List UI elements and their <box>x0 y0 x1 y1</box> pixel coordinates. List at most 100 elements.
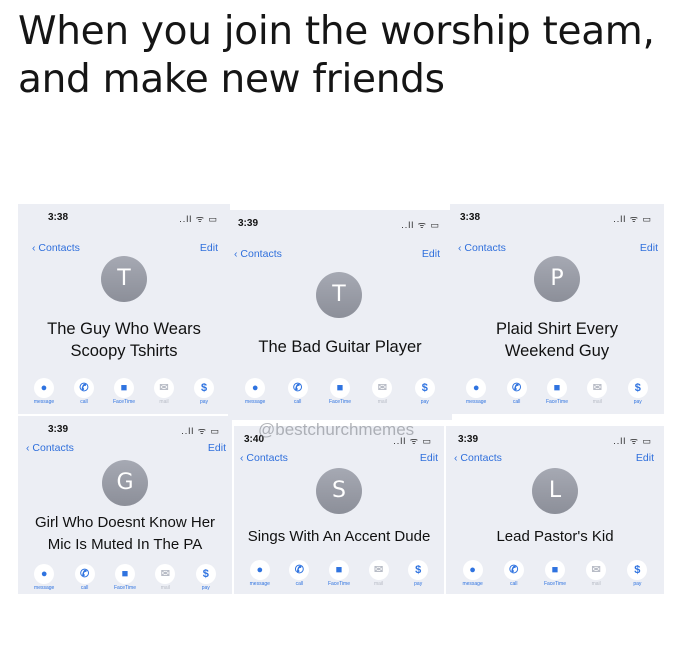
status-time: 3:39 <box>48 424 69 435</box>
edit-button[interactable]: Edit <box>636 452 654 464</box>
back-label: Contacts <box>32 442 74 454</box>
back-label: Contacts <box>246 452 288 464</box>
status-bar: 3:39 ..ll ᯤ ▭ <box>446 430 664 446</box>
nav-bar: ‹ Contacts Edit <box>228 248 452 264</box>
dollar-icon: $ <box>627 560 648 580</box>
facetime-button[interactable]: ■ FaceTime <box>540 560 570 587</box>
mail-button[interactable]: ✉ mail <box>582 378 612 405</box>
facetime-button[interactable]: ■ FaceTime <box>324 560 354 587</box>
avatar: T <box>316 272 362 318</box>
action-row: ● message ✆ call ■ FaceTime ✉ mail $ pay <box>456 378 658 405</box>
back-label: Contacts <box>240 248 282 260</box>
nav-bar: ‹ Contacts Edit <box>446 452 664 468</box>
back-contacts-button[interactable]: ‹ Contacts <box>26 442 74 454</box>
contact-card: 3:40 ..ll ᯤ ▭ ‹ Contacts Edit S Sings Wi… <box>234 426 444 594</box>
pay-button[interactable]: $ pay <box>191 564 221 591</box>
contact-name: Plaid Shirt Every Weekend Guy <box>450 318 664 362</box>
nav-bar: ‹ Contacts Edit <box>234 452 444 468</box>
mail-icon: ✉ <box>155 564 176 584</box>
back-label: Contacts <box>464 242 506 254</box>
mail-icon: ✉ <box>154 378 174 398</box>
pay-button[interactable]: $ pay <box>623 378 653 405</box>
back-contacts-button[interactable]: ‹ Contacts <box>454 452 502 464</box>
signal-wifi-battery-icon: ..ll ᯤ ▭ <box>181 426 220 436</box>
status-bar: 3:38 ..ll ᯤ ▭ <box>18 208 230 224</box>
message-button[interactable]: ● message <box>240 378 270 405</box>
pay-button[interactable]: $ pay <box>622 560 652 587</box>
message-button[interactable]: ● message <box>29 378 59 405</box>
contact-name-line: The Guy Who Wears <box>47 320 201 338</box>
edit-button[interactable]: Edit <box>422 248 440 260</box>
contact-screenshot-collage: 3:38 ..ll ᯤ ▭ ‹ Contacts Edit T The Guy … <box>0 204 680 594</box>
contact-card: 3:38 ..ll ᯤ ▭ ‹ Contacts Edit T The Guy … <box>18 204 230 414</box>
mail-button[interactable]: ✉ mail <box>364 560 394 587</box>
phone-icon: ✆ <box>74 378 94 398</box>
call-button[interactable]: ✆ call <box>70 564 100 591</box>
avatar: T <box>101 256 147 302</box>
dollar-icon: $ <box>414 378 435 398</box>
mail-button[interactable]: ✉ mail <box>149 378 179 405</box>
contact-card: 3:38 ..ll ᯤ ▭ ‹ Contacts Edit P Plaid Sh… <box>450 204 664 414</box>
facetime-button[interactable]: ■ FaceTime <box>110 564 140 591</box>
phone-icon: ✆ <box>289 560 310 580</box>
contact-name-line: Girl Who Doesnt Know Her <box>34 514 216 531</box>
video-icon: ■ <box>328 560 349 580</box>
action-row: ● message ✆ call ■ FaceTime ✉ mail $ pay <box>452 560 658 587</box>
pay-button[interactable]: $ pay <box>189 378 219 405</box>
pay-button[interactable]: $ pay <box>410 378 440 405</box>
phone-icon: ✆ <box>506 378 527 398</box>
meme-caption: When you join the worship team, and make… <box>18 9 655 102</box>
back-contacts-button[interactable]: ‹ Contacts <box>234 248 282 260</box>
back-contacts-button[interactable]: ‹ Contacts <box>240 452 288 464</box>
video-icon: ■ <box>114 564 135 584</box>
signal-wifi-battery-icon: ..ll ᯤ ▭ <box>613 436 652 446</box>
facetime-button[interactable]: ■ FaceTime <box>325 378 355 405</box>
call-button[interactable]: ✆ call <box>502 378 532 405</box>
contact-name: Girl Who Doesnt Know Her Mic Is Muted In… <box>18 512 232 556</box>
contact-name: The Bad Guitar Player <box>228 336 452 358</box>
contact-name: Lead Pastor's Kid <box>446 526 664 548</box>
message-button[interactable]: ● message <box>245 560 275 587</box>
mail-button[interactable]: ✉ mail <box>150 564 180 591</box>
call-button[interactable]: ✆ call <box>69 378 99 405</box>
mail-icon: ✉ <box>587 378 608 398</box>
status-time: 3:38 <box>460 212 481 223</box>
message-button[interactable]: ● message <box>29 564 59 591</box>
mail-button[interactable]: ✉ mail <box>581 560 611 587</box>
status-time: 3:39 <box>458 434 479 445</box>
action-row: ● message ✆ call ■ FaceTime ✉ mail $ pay <box>24 378 224 405</box>
edit-button[interactable]: Edit <box>208 442 226 454</box>
facetime-button[interactable]: ■ FaceTime <box>542 378 572 405</box>
status-time: 3:38 <box>48 212 69 223</box>
edit-button[interactable]: Edit <box>640 242 658 254</box>
mail-button[interactable]: ✉ mail <box>367 378 397 405</box>
call-button[interactable]: ✆ call <box>284 560 314 587</box>
call-button[interactable]: ✆ call <box>283 378 313 405</box>
avatar: S <box>316 468 362 514</box>
mail-icon: ✉ <box>372 378 393 398</box>
video-icon: ■ <box>546 378 567 398</box>
message-icon: ● <box>462 560 483 580</box>
back-contacts-button[interactable]: ‹ Contacts <box>32 242 80 254</box>
message-icon: ● <box>466 378 487 398</box>
facetime-button[interactable]: ■ FaceTime <box>109 378 139 405</box>
phone-icon: ✆ <box>74 564 95 584</box>
signal-wifi-battery-icon: ..ll ᯤ ▭ <box>613 214 652 224</box>
avatar: L <box>532 468 578 514</box>
call-button[interactable]: ✆ call <box>499 560 529 587</box>
back-contacts-button[interactable]: ‹ Contacts <box>458 242 506 254</box>
video-icon: ■ <box>329 378 350 398</box>
contact-name-line: Mic Is Muted In The PA <box>47 536 203 553</box>
back-label: Contacts <box>460 452 502 464</box>
action-row: ● message ✆ call ■ FaceTime ✉ mail $ pay <box>234 378 446 405</box>
edit-button[interactable]: Edit <box>200 242 218 254</box>
message-button[interactable]: ● message <box>461 378 491 405</box>
watermark: @bestchurchmemes <box>258 420 415 439</box>
status-bar: 3:39 ..ll ᯤ ▭ <box>18 420 232 436</box>
status-time: 3:39 <box>238 218 259 229</box>
edit-button[interactable]: Edit <box>420 452 438 464</box>
status-bar: 3:38 ..ll ᯤ ▭ <box>450 208 664 224</box>
message-button[interactable]: ● message <box>458 560 488 587</box>
pay-button[interactable]: $ pay <box>403 560 433 587</box>
signal-wifi-battery-icon: ..ll ᯤ ▭ <box>401 220 440 230</box>
